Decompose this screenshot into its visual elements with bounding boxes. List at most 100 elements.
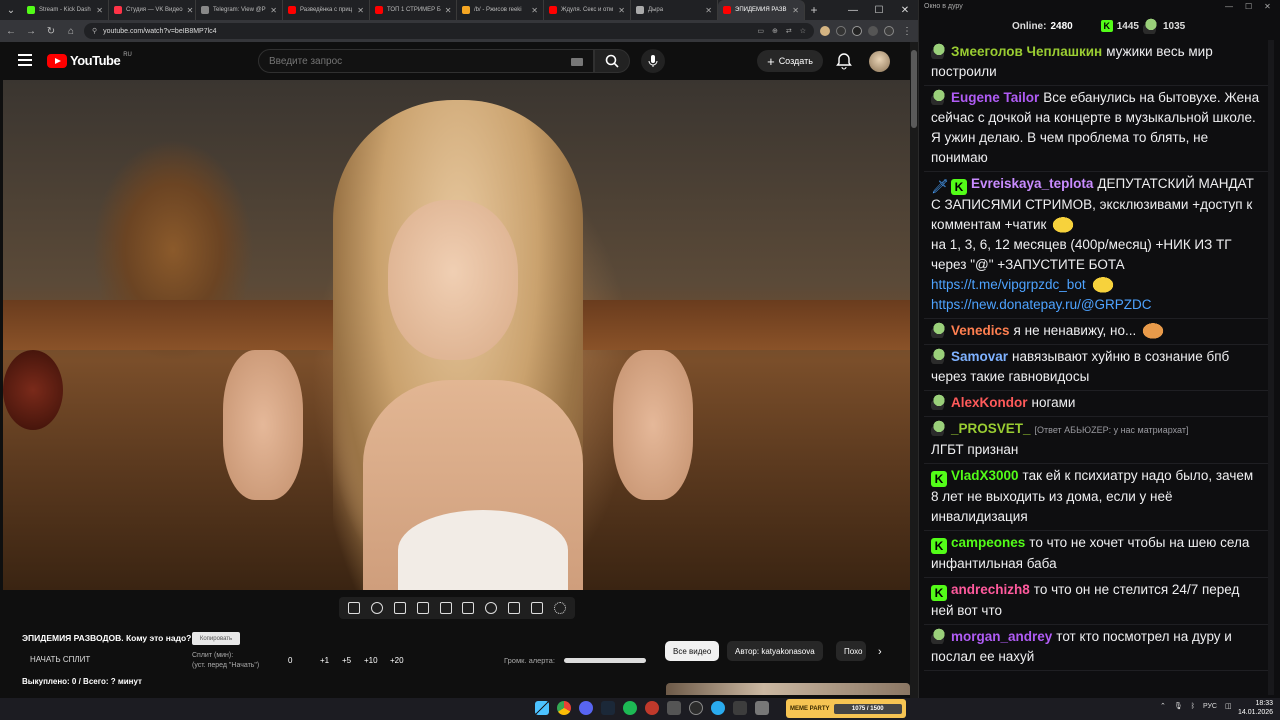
chat-username[interactable]: Eugene Tailor <box>951 90 1039 105</box>
chat-username[interactable]: Samovar <box>951 349 1008 364</box>
telegram-icon[interactable] <box>711 701 725 715</box>
screenshot-icon[interactable] <box>530 602 543 614</box>
tab-search-dropdown-icon[interactable]: ⌄ <box>0 0 22 20</box>
extensions-puzzle-icon[interactable] <box>852 26 862 36</box>
search-box[interactable] <box>258 49 594 73</box>
tab-close-icon[interactable]: ✕ <box>357 6 364 15</box>
new-tab-button[interactable]: + <box>805 3 823 17</box>
browser-tab[interactable]: Stream - Kick Dash ✕ <box>22 0 109 20</box>
chip-similar[interactable]: Похо <box>836 641 866 661</box>
chat-scrollbar[interactable] <box>1268 40 1274 695</box>
add-20-button[interactable]: +20 <box>390 656 404 665</box>
browser-menu-icon[interactable]: ⋮ <box>900 26 914 37</box>
chat-username[interactable]: VladX3000 <box>951 468 1019 483</box>
browser-tab[interactable]: Telegram: View @P ✕ <box>196 0 283 20</box>
extension-icon[interactable] <box>820 26 830 36</box>
clock[interactable]: 18:33 14.01.2026 <box>1238 699 1273 717</box>
chat-link[interactable]: https://new.donatepay.ru/@GRPZDC <box>931 297 1152 312</box>
translate-icon[interactable]: ⇄ <box>786 27 792 35</box>
watch-later-icon[interactable] <box>393 602 406 614</box>
speed-icon[interactable] <box>485 602 498 614</box>
start-split-button[interactable]: НАЧАТЬ СПЛИТ <box>30 655 90 664</box>
minimize-button[interactable]: — <box>840 5 866 16</box>
add-1-button[interactable]: +1 <box>320 656 329 665</box>
meme-party-widget[interactable]: MEME PARTY 1075 / 1500 <box>786 699 906 718</box>
add-10-button[interactable]: +10 <box>364 656 378 665</box>
bookmark-star-icon[interactable]: ☆ <box>800 27 806 35</box>
split-value[interactable]: 0 <box>288 656 292 665</box>
start-menu-icon[interactable] <box>535 701 549 715</box>
extension-icon[interactable] <box>836 26 846 36</box>
tab-close-icon[interactable]: ✕ <box>96 6 103 15</box>
picture-in-picture-icon[interactable] <box>439 602 452 614</box>
steam-icon[interactable] <box>601 701 615 715</box>
chevron-up-icon[interactable]: ⌃ <box>1160 702 1166 710</box>
app-icon[interactable] <box>733 701 747 715</box>
broadcast-icon[interactable] <box>371 602 384 614</box>
minimize-icon[interactable]: — <box>1225 2 1233 11</box>
forward-icon[interactable]: → <box>24 26 38 37</box>
add-icon[interactable] <box>507 602 520 614</box>
maximize-icon[interactable]: ☐ <box>1245 2 1252 11</box>
chat-username[interactable]: Змееголов Чеплашкин <box>951 44 1102 59</box>
close-icon[interactable]: ✕ <box>1264 2 1271 11</box>
app-icon[interactable] <box>645 701 659 715</box>
browser-tab[interactable]: Дыра ✕ <box>631 0 718 20</box>
microphone-icon[interactable]: 🎙︎ <box>1174 702 1183 710</box>
obs-icon[interactable] <box>689 701 703 715</box>
voice-search-button[interactable] <box>641 49 665 73</box>
search-button[interactable] <box>594 49 630 73</box>
profile-icon[interactable] <box>884 26 894 36</box>
settings-gear-icon[interactable] <box>553 602 566 614</box>
recommended-video-thumbnail[interactable] <box>666 683 910 695</box>
tab-close-icon[interactable]: ✕ <box>792 6 799 15</box>
chrome-icon[interactable] <box>557 701 571 715</box>
spotify-icon[interactable] <box>623 701 637 715</box>
scrollbar-thumb[interactable] <box>911 50 917 128</box>
alert-volume-slider[interactable] <box>564 658 646 663</box>
chat-username[interactable]: Evreiskaya_teplota <box>971 176 1093 191</box>
browser-tab[interactable]: Студия — VK Видео ✕ <box>109 0 196 20</box>
discord-icon[interactable] <box>579 701 593 715</box>
notifications-bell-icon[interactable] <box>836 52 852 70</box>
chevron-right-icon[interactable]: › <box>878 646 882 658</box>
chat-username[interactable]: Venedics <box>951 323 1010 338</box>
clip-icon[interactable] <box>416 602 429 614</box>
chat-username[interactable]: morgan_andrey <box>951 629 1052 644</box>
close-window-button[interactable]: ✕ <box>892 5 918 16</box>
chat-messages[interactable]: Змееголов Чеплашкин мужики весь мир постр… <box>924 40 1268 695</box>
tab-close-icon[interactable]: ✕ <box>705 6 712 15</box>
loop-icon[interactable] <box>348 602 361 614</box>
keyboard-icon[interactable] <box>571 58 583 66</box>
chat-username[interactable]: AlexKondor <box>951 395 1028 410</box>
home-icon[interactable]: ⌂ <box>64 26 78 37</box>
reload-icon[interactable]: ↻ <box>44 26 58 37</box>
maximize-button[interactable]: ☐ <box>866 5 892 16</box>
search-input[interactable] <box>269 55 559 67</box>
tab-close-icon[interactable]: ✕ <box>445 6 452 15</box>
browser-tab[interactable]: /b/ - Ржисов reeki ✕ <box>457 0 544 20</box>
language-indicator[interactable]: РУС <box>1203 703 1217 710</box>
tab-close-icon[interactable]: ✕ <box>187 6 194 15</box>
site-info-icon[interactable]: ⚲ <box>92 27 97 35</box>
copy-button[interactable]: Копировать <box>192 632 240 645</box>
chat-username[interactable]: andrechizh8 <box>951 582 1030 597</box>
browser-tab[interactable]: ЭПИДЕМИЯ РАЗВ ✕ <box>718 0 805 20</box>
cast-icon[interactable]: ▭ <box>757 27 764 35</box>
app-icon[interactable] <box>667 701 681 715</box>
tab-close-icon[interactable]: ✕ <box>270 6 277 15</box>
chat-username[interactable]: campeones <box>951 535 1025 550</box>
download-icon[interactable] <box>868 26 878 36</box>
browser-tab[interactable]: Ждуля. Секс и отм ✕ <box>544 0 631 20</box>
account-avatar[interactable] <box>869 51 890 72</box>
video-player[interactable] <box>3 80 910 590</box>
browser-tab[interactable]: Разведёнка с приц ✕ <box>283 0 370 20</box>
chat-link[interactable]: https://t.me/vipgrpzdc_bot <box>931 277 1086 292</box>
tab-close-icon[interactable]: ✕ <box>531 6 538 15</box>
add-5-button[interactable]: +5 <box>342 656 351 665</box>
youtube-logo[interactable]: YouTube RU <box>47 52 132 68</box>
chip-author[interactable]: Автор: katyakonasova <box>727 641 823 661</box>
chat-username[interactable]: _PROSVET_ <box>951 421 1031 436</box>
browser-tab[interactable]: ТОП 1 СТРИМЕР Б ✕ <box>370 0 457 20</box>
address-bar[interactable]: ⚲ youtube.com/watch?v=beIB8MP7lc4 ▭ ⊕ ⇄ … <box>84 23 814 39</box>
